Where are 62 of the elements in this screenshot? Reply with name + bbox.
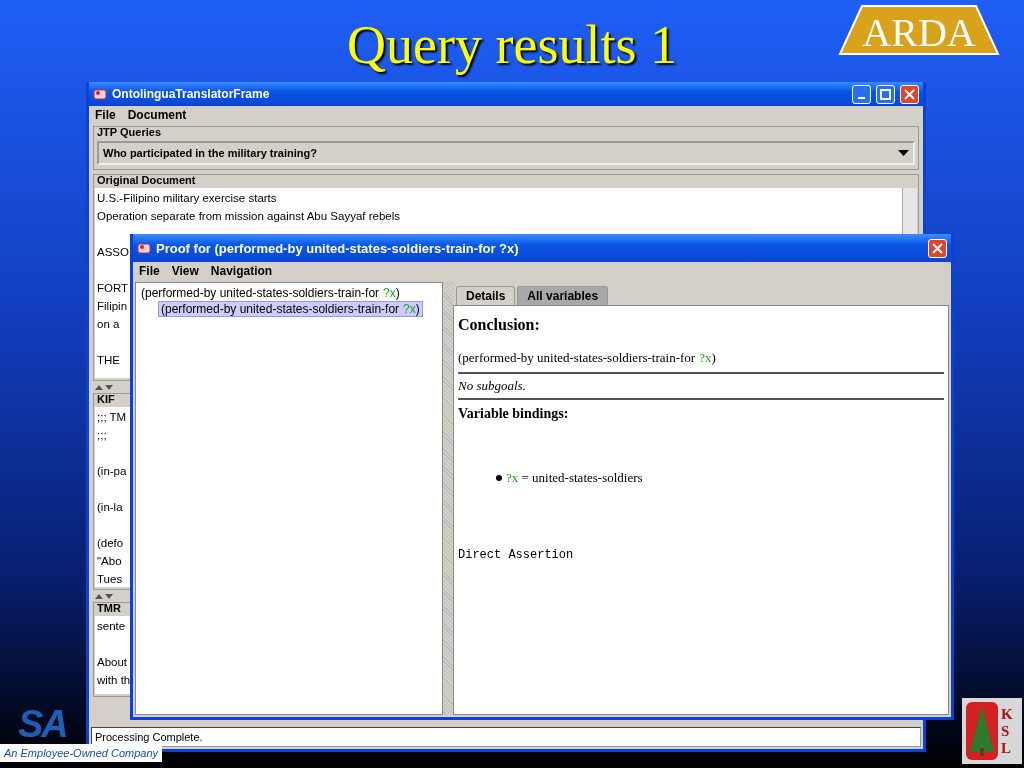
status-bar: Processing Complete.: [91, 727, 921, 747]
close-icon: [932, 242, 943, 254]
conclusion-heading: Conclusion:: [458, 316, 541, 334]
company-logo: SA: [18, 704, 67, 744]
text-line: FORT: [97, 281, 129, 296]
query-dropdown[interactable]: Who participated in the military training?: [97, 141, 915, 165]
text-line: ;;; TM: [97, 410, 127, 425]
text-line: (in-pa: [97, 464, 127, 479]
menu-item[interactable]: View: [171, 264, 199, 278]
close-button[interactable]: [900, 84, 919, 104]
splitter-arrows-icon[interactable]: [95, 384, 113, 390]
text-line: with th: [97, 673, 131, 688]
binding-text: ?x = united-states-soldiers: [506, 470, 643, 486]
minimize-button[interactable]: [852, 84, 871, 104]
close-button[interactable]: [928, 238, 947, 258]
text-line: Tues: [97, 572, 123, 587]
minimize-icon: [858, 97, 865, 99]
justification-text: Direct Assertion: [458, 548, 575, 562]
maximize-button[interactable]: [876, 84, 895, 104]
text-line: on a: [97, 317, 120, 332]
close-icon: [904, 88, 915, 100]
text-line: Operation separate from mission against Abu Sayyaf rebels: [97, 209, 400, 224]
arda-logo: ARDA: [838, 4, 1000, 56]
splitter-arrows-icon[interactable]: [95, 593, 113, 599]
text-line: Filipin: [97, 299, 128, 314]
menu-item[interactable]: File: [139, 264, 160, 278]
group-label: KIF: [97, 393, 116, 405]
tab[interactable]: Details: [456, 286, 516, 305]
menu-item[interactable]: Document: [127, 108, 187, 122]
text-line: (defo: [97, 536, 124, 551]
logo-tagline: An Employee-Owned Company: [0, 744, 163, 762]
group-label: Original Document: [97, 174, 197, 186]
menu-item[interactable]: Navigation: [210, 264, 273, 278]
slide-title: Query results 1: [347, 14, 677, 76]
app-icon: [93, 87, 107, 101]
maximize-icon: [880, 88, 891, 100]
window-title: OntolinguaTranslatorFrame: [112, 87, 271, 101]
logo-letter: L: [1001, 739, 1012, 757]
subgoals-text: No subgoals.: [458, 378, 527, 394]
app-icon: [137, 241, 151, 255]
text-line: ;;;: [97, 428, 107, 443]
text-line: sente: [97, 619, 126, 634]
conclusion-text: (performed-by united-states-soldiers-train-for ?x): [458, 350, 717, 366]
text-line: U.S.-Filipino military exercise starts: [97, 191, 277, 206]
text-line: (in-la: [97, 500, 123, 515]
text-line: ASSO: [97, 245, 129, 260]
tree-emblem-icon: [966, 702, 998, 760]
tree-item[interactable]: (performed-by united-states-soldiers-train-for ?x): [138, 285, 403, 301]
group-label: JTP Queries: [97, 126, 162, 138]
dropdown-arrow-icon: [898, 150, 909, 156]
dialog-title: Proof for (performed-by united-states-soldiers-train-for ?x): [156, 240, 520, 256]
bullet-icon: [496, 475, 502, 481]
group-label: TMR: [97, 602, 122, 614]
tree-item[interactable]: (performed-by united-states-soldiers-train-for ?x): [158, 301, 423, 317]
tab[interactable]: All variables: [517, 286, 609, 305]
menu-item[interactable]: File: [95, 108, 116, 122]
text-line: About: [97, 655, 128, 670]
text-line: "Abo: [97, 554, 122, 569]
bindings-heading: Variable bindings:: [458, 406, 570, 422]
text-line: THE: [97, 353, 120, 368]
logo-letter: K: [1001, 705, 1013, 723]
logo-letter: S: [1001, 722, 1011, 740]
